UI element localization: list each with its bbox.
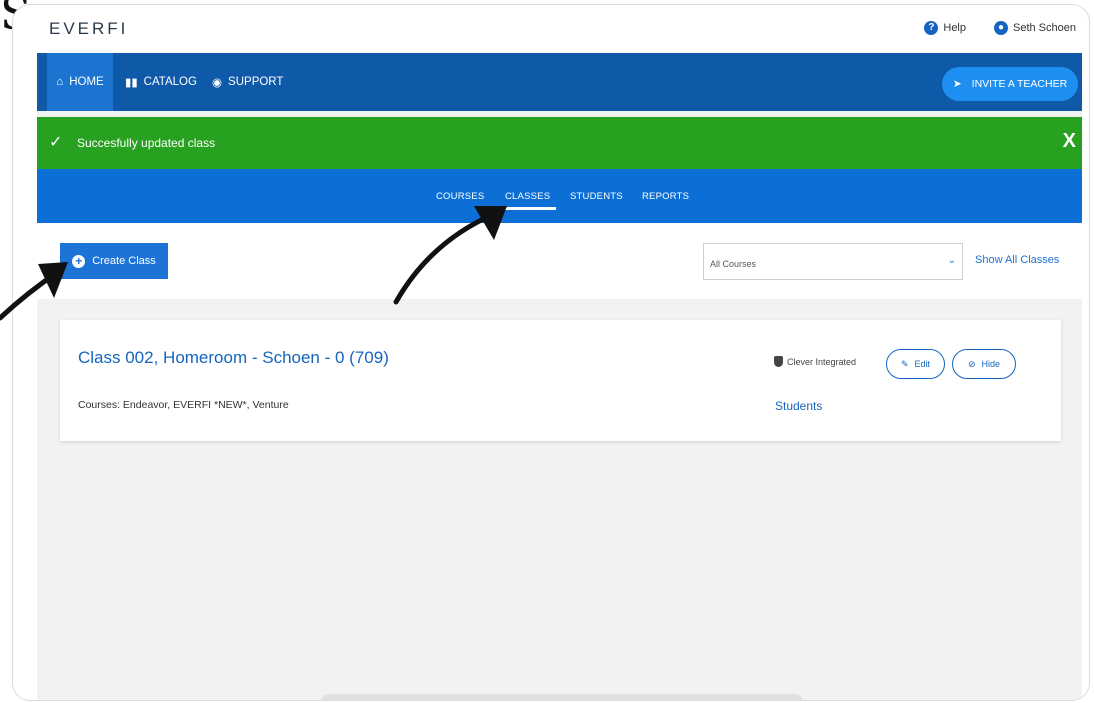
clever-label: Clever Integrated bbox=[787, 356, 857, 367]
invite-label: INVITE A TEACHER bbox=[971, 78, 1068, 90]
help-link[interactable]: ? Help bbox=[924, 21, 966, 35]
user-name: Seth Schoen bbox=[1013, 22, 1076, 34]
eye-slash-icon: ⊘ bbox=[967, 358, 976, 369]
bottom-scroll-bar bbox=[322, 694, 802, 700]
nav-home[interactable]: ⌂ HOME bbox=[47, 53, 113, 111]
clever-integrated-badge: Clever Integrated bbox=[774, 356, 856, 367]
nav-support-label: SUPPORT bbox=[228, 76, 284, 88]
pencil-icon: ✎ bbox=[900, 358, 909, 369]
class-courses: Courses: Endeavor, EVERFI *NEW*, Venture bbox=[78, 399, 289, 411]
nav-catalog-label: CATALOG bbox=[143, 76, 197, 88]
success-banner: ✓ Succesfully updated class X bbox=[37, 117, 1082, 169]
help-label: Help bbox=[943, 22, 966, 34]
class-card: Class 002, Homeroom - Schoen - 0 (709) C… bbox=[60, 320, 1061, 441]
class-title[interactable]: Class 002, Homeroom - Schoen - 0 (709) bbox=[78, 348, 389, 368]
banner-message: Succesfully updated class bbox=[77, 136, 216, 150]
tab-reports[interactable]: REPORTS bbox=[642, 191, 689, 202]
edit-label: Edit bbox=[914, 359, 931, 369]
globe-icon: ◉ bbox=[212, 77, 223, 89]
create-class-label: Create Class bbox=[92, 255, 156, 267]
active-tab-indicator bbox=[499, 207, 556, 210]
user-icon: ● bbox=[994, 21, 1008, 35]
invite-teacher-button[interactable]: ➤ INVITE A TEACHER bbox=[942, 67, 1078, 101]
tab-students[interactable]: STUDENTS bbox=[570, 191, 623, 202]
send-icon: ➤ bbox=[952, 78, 962, 90]
plus-icon: + bbox=[72, 254, 86, 268]
tab-courses[interactable]: COURSES bbox=[436, 191, 484, 202]
shield-icon bbox=[774, 356, 783, 367]
everfi-logo[interactable]: EVERFI bbox=[49, 19, 128, 39]
class-toolbar: + Create Class All Courses ⌄ Show All Cl… bbox=[37, 223, 1082, 299]
book-icon: ▮▮ bbox=[125, 77, 138, 89]
edit-button[interactable]: ✎ Edit bbox=[886, 349, 945, 379]
hide-label: Hide bbox=[981, 359, 1001, 369]
students-link[interactable]: Students bbox=[775, 399, 822, 413]
hide-button[interactable]: ⊘ Hide bbox=[952, 349, 1016, 379]
chevron-down-icon: ⌄ bbox=[947, 255, 956, 266]
sub-nav: COURSES CLASSES STUDENTS REPORTS bbox=[37, 169, 1082, 223]
help-icon: ? bbox=[924, 21, 939, 35]
nav-home-label: HOME bbox=[69, 76, 104, 88]
check-icon: ✓ bbox=[49, 134, 63, 151]
show-all-classes-link[interactable]: Show All Classes bbox=[975, 254, 1059, 266]
tab-classes[interactable]: CLASSES bbox=[505, 191, 550, 202]
create-class-button[interactable]: + Create Class bbox=[60, 243, 168, 279]
home-icon: ⌂ bbox=[56, 76, 64, 88]
app-container: EVERFI ? Help ● Seth Schoen ⌂ HOME ▮▮ CA… bbox=[37, 5, 1082, 700]
top-bar: EVERFI ? Help ● Seth Schoen bbox=[37, 5, 1082, 53]
close-icon[interactable]: X bbox=[1063, 130, 1076, 153]
main-nav: ⌂ HOME ▮▮ CATALOG ◉ SUPPORT ➤ INVITE A T… bbox=[37, 53, 1082, 111]
nav-catalog[interactable]: ▮▮ CATALOG bbox=[125, 53, 197, 111]
user-menu[interactable]: ● Seth Schoen bbox=[994, 21, 1076, 35]
nav-support[interactable]: ◉ SUPPORT bbox=[212, 53, 283, 111]
browser-frame: EVERFI ? Help ● Seth Schoen ⌂ HOME ▮▮ CA… bbox=[12, 4, 1090, 701]
course-filter-value: All Courses bbox=[710, 259, 757, 269]
course-filter-select[interactable]: All Courses ⌄ bbox=[703, 243, 963, 280]
